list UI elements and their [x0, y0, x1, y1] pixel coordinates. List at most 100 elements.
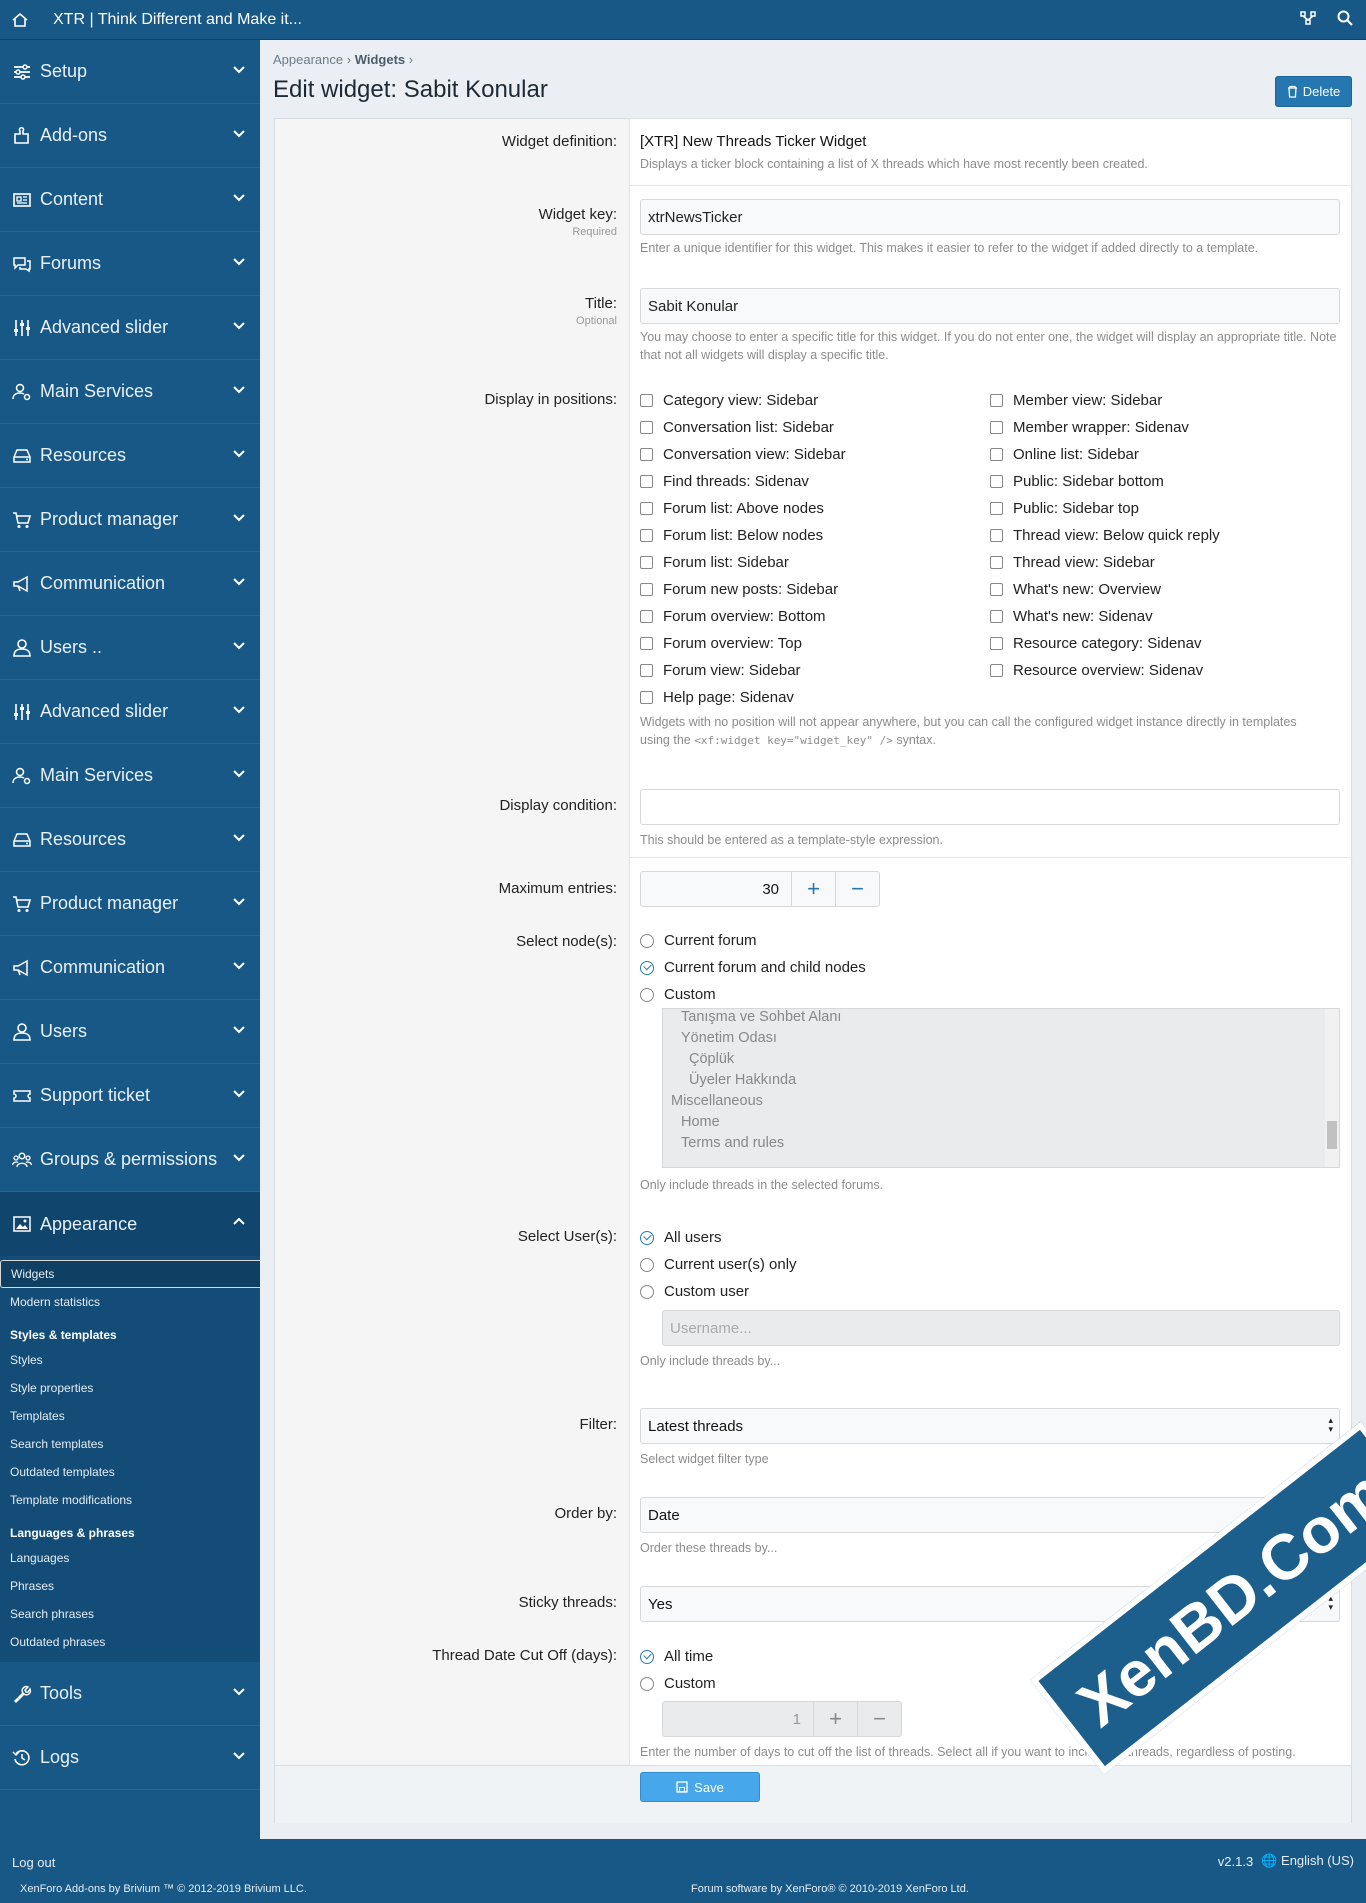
- display-condition-input[interactable]: [640, 789, 1340, 825]
- nav-section-resources[interactable]: Resources: [0, 424, 260, 488]
- checkbox[interactable]: [640, 610, 653, 623]
- nav-section-groups-permissions[interactable]: Groups & permissions: [0, 1128, 260, 1192]
- checkbox[interactable]: [640, 691, 653, 704]
- position-checkbox[interactable]: Member view: Sidebar: [990, 387, 1340, 414]
- radio-option-current-forum-and-child-nodes[interactable]: Current forum and child nodes: [640, 954, 1340, 981]
- checkbox[interactable]: [990, 583, 1003, 596]
- subnav-item-outdated-templates[interactable]: Outdated templates: [0, 1458, 260, 1486]
- radio-button[interactable]: [640, 960, 654, 975]
- checkbox[interactable]: [990, 637, 1003, 650]
- position-checkbox[interactable]: Category view: Sidebar: [640, 387, 990, 414]
- cutoff-increment-button[interactable]: +: [813, 1702, 857, 1736]
- nav-section-appearance[interactable]: Appearance: [0, 1192, 260, 1256]
- cutoff-days-input[interactable]: 1: [663, 1702, 813, 1736]
- widget-key-input[interactable]: xtrNewsTicker: [640, 199, 1340, 235]
- xenforo-copyright[interactable]: Forum software by XenForo® © 2010-2019 X…: [691, 1883, 969, 1895]
- radio-option-current-user-s-only[interactable]: Current user(s) only: [640, 1251, 1340, 1278]
- subnav-item-widgets[interactable]: Widgets: [0, 1260, 260, 1288]
- language-chooser[interactable]: 🌐 English (US): [1261, 1853, 1354, 1869]
- search-icon[interactable]: [1336, 9, 1354, 31]
- node-option[interactable]: Miscellaneous: [671, 1093, 1339, 1114]
- position-checkbox[interactable]: Forum new posts: Sidebar: [640, 576, 990, 603]
- radio-option-custom[interactable]: Custom: [640, 1670, 1340, 1697]
- node-option[interactable]: Çöplük: [671, 1051, 1339, 1072]
- node-option[interactable]: Terms and rules: [671, 1135, 1339, 1156]
- position-checkbox[interactable]: Forum overview: Top: [640, 630, 990, 657]
- checkbox[interactable]: [990, 556, 1003, 569]
- radio-option-custom-user[interactable]: Custom user: [640, 1278, 1340, 1305]
- radio-option-all-users[interactable]: All users: [640, 1224, 1340, 1251]
- node-list-scrollbar[interactable]: [1325, 1009, 1339, 1167]
- nav-section-logs[interactable]: Logs: [0, 1726, 260, 1790]
- home-icon[interactable]: [0, 0, 40, 40]
- position-checkbox[interactable]: Resource category: Sidenav: [990, 630, 1340, 657]
- position-checkbox[interactable]: Thread view: Below quick reply: [990, 522, 1340, 549]
- logout-link[interactable]: Log out: [12, 1855, 55, 1870]
- radio-button[interactable]: [640, 1284, 654, 1299]
- nav-section-support-ticket[interactable]: Support ticket: [0, 1064, 260, 1128]
- nav-section-communication[interactable]: Communication: [0, 936, 260, 1000]
- node-option[interactable]: Home: [671, 1114, 1339, 1135]
- radio-button[interactable]: [640, 1257, 654, 1272]
- subnav-item-search-templates[interactable]: Search templates: [0, 1430, 260, 1458]
- subnav-item-languages[interactable]: Languages: [0, 1544, 260, 1572]
- nav-section-advanced-slider[interactable]: Advanced slider: [0, 680, 260, 744]
- nav-section-resources[interactable]: Resources: [0, 808, 260, 872]
- position-checkbox[interactable]: Forum view: Sidebar: [640, 657, 990, 684]
- nav-section-forums[interactable]: Forums: [0, 232, 260, 296]
- node-list[interactable]: Tanışma ve Sohbet Alanı Yönetim Odası Çöpl…: [662, 1008, 1340, 1168]
- delete-button[interactable]: Delete: [1275, 76, 1352, 107]
- radio-option-custom[interactable]: Custom: [640, 981, 1340, 1008]
- breadcrumb-appearance[interactable]: Appearance: [273, 52, 343, 67]
- sitemap-icon[interactable]: [1298, 9, 1318, 31]
- radio-button[interactable]: [640, 933, 654, 948]
- position-checkbox[interactable]: Find threads: Sidenav: [640, 468, 990, 495]
- filter-select[interactable]: Latest threads: [640, 1408, 1340, 1444]
- radio-button[interactable]: [640, 987, 654, 1002]
- position-checkbox[interactable]: Conversation list: Sidebar: [640, 414, 990, 441]
- position-checkbox[interactable]: Forum list: Above nodes: [640, 495, 990, 522]
- position-checkbox[interactable]: Public: Sidebar top: [990, 495, 1340, 522]
- checkbox[interactable]: [990, 664, 1003, 677]
- checkbox[interactable]: [640, 529, 653, 542]
- position-checkbox[interactable]: Online list: Sidebar: [990, 441, 1340, 468]
- nav-section-add-ons[interactable]: Add-ons: [0, 104, 260, 168]
- nav-section-product-manager[interactable]: Product manager: [0, 488, 260, 552]
- checkbox[interactable]: [990, 475, 1003, 488]
- nav-section-main-services[interactable]: Main Services: [0, 360, 260, 424]
- subnav-item-templates[interactable]: Templates: [0, 1402, 260, 1430]
- position-checkbox[interactable]: Resource overview: Sidenav: [990, 657, 1340, 684]
- checkbox[interactable]: [990, 610, 1003, 623]
- decrement-button[interactable]: −: [835, 872, 879, 906]
- position-checkbox[interactable]: Thread view: Sidebar: [990, 549, 1340, 576]
- nav-section-setup[interactable]: Setup: [0, 40, 260, 104]
- position-checkbox[interactable]: Forum list: Sidebar: [640, 549, 990, 576]
- subnav-item-outdated-phrases[interactable]: Outdated phrases: [0, 1628, 260, 1656]
- checkbox[interactable]: [990, 529, 1003, 542]
- checkbox[interactable]: [990, 448, 1003, 461]
- checkbox[interactable]: [990, 502, 1003, 515]
- nav-section-communication[interactable]: Communication: [0, 552, 260, 616]
- position-checkbox[interactable]: Public: Sidebar bottom: [990, 468, 1340, 495]
- node-option[interactable]: Yönetim Odası: [671, 1030, 1339, 1051]
- position-checkbox[interactable]: Help page: Sidenav: [640, 684, 990, 711]
- checkbox[interactable]: [640, 664, 653, 677]
- node-option[interactable]: Üyeler Hakkında: [671, 1072, 1339, 1093]
- radio-button[interactable]: [640, 1676, 654, 1691]
- position-checkbox[interactable]: What's new: Overview: [990, 576, 1340, 603]
- position-checkbox[interactable]: Forum list: Below nodes: [640, 522, 990, 549]
- node-option[interactable]: Tanışma ve Sohbet Alanı: [671, 1009, 1339, 1030]
- subnav-item-styles[interactable]: Styles: [0, 1346, 260, 1374]
- increment-button[interactable]: +: [791, 872, 835, 906]
- checkbox[interactable]: [640, 502, 653, 515]
- board-title[interactable]: XTR | Think Different and Make it...: [53, 11, 302, 29]
- username-input[interactable]: Username...: [662, 1310, 1340, 1346]
- subnav-item-template-modifications[interactable]: Template modifications: [0, 1486, 260, 1514]
- radio-option-current-forum[interactable]: Current forum: [640, 927, 1340, 954]
- save-button[interactable]: Save: [640, 1772, 760, 1802]
- breadcrumb-widgets[interactable]: Widgets: [355, 52, 405, 67]
- checkbox[interactable]: [640, 637, 653, 650]
- max-entries-input[interactable]: 30: [641, 872, 791, 906]
- position-checkbox[interactable]: Member wrapper: Sidenav: [990, 414, 1340, 441]
- checkbox[interactable]: [640, 448, 653, 461]
